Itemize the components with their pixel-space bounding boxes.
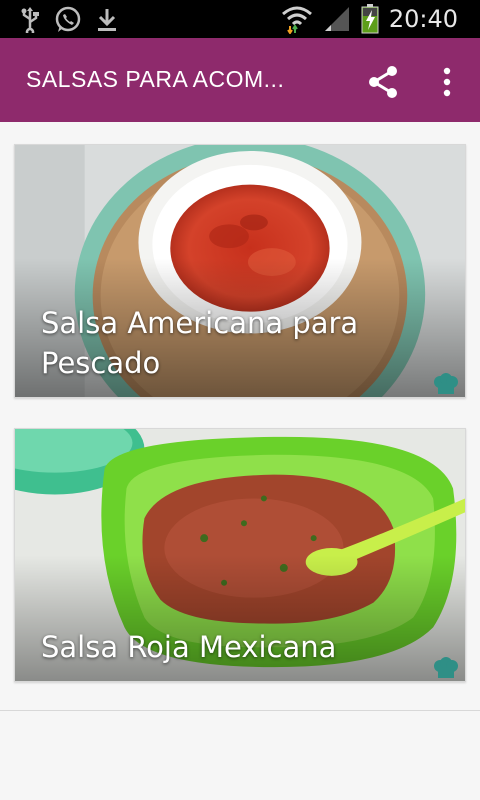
battery-charging-icon <box>361 4 379 34</box>
more-vert-icon <box>443 67 451 97</box>
more-options-button[interactable] <box>432 62 462 102</box>
chef-hat-icon <box>434 657 458 678</box>
recipe-title: Salsa Roja Mexicana <box>41 630 337 664</box>
chef-hat-icon <box>434 373 458 394</box>
download-icon <box>98 9 116 31</box>
recipe-title: Salsa Americana para Pescado <box>41 306 359 380</box>
recipe-list: Salsa Americana para Pescado Salsa Roja … <box>0 122 480 800</box>
app-bar: SALSAS PARA ACOM... <box>0 38 480 122</box>
app-title: SALSAS PARA ACOM... <box>26 66 285 92</box>
usb-icon <box>21 7 39 33</box>
recipe-card[interactable]: Salsa Roja Mexicana <box>14 428 466 682</box>
whatsapp-icon <box>55 6 81 32</box>
recipe-card[interactable]: Salsa Americana para Pescado <box>14 144 466 398</box>
status-time: 20:40 <box>388 5 458 33</box>
share-icon <box>369 66 397 98</box>
list-divider <box>0 710 480 711</box>
share-button[interactable] <box>364 62 404 102</box>
signal-icon <box>324 7 349 31</box>
status-bar: 20:40 <box>0 0 480 38</box>
wifi-icon <box>281 6 312 34</box>
